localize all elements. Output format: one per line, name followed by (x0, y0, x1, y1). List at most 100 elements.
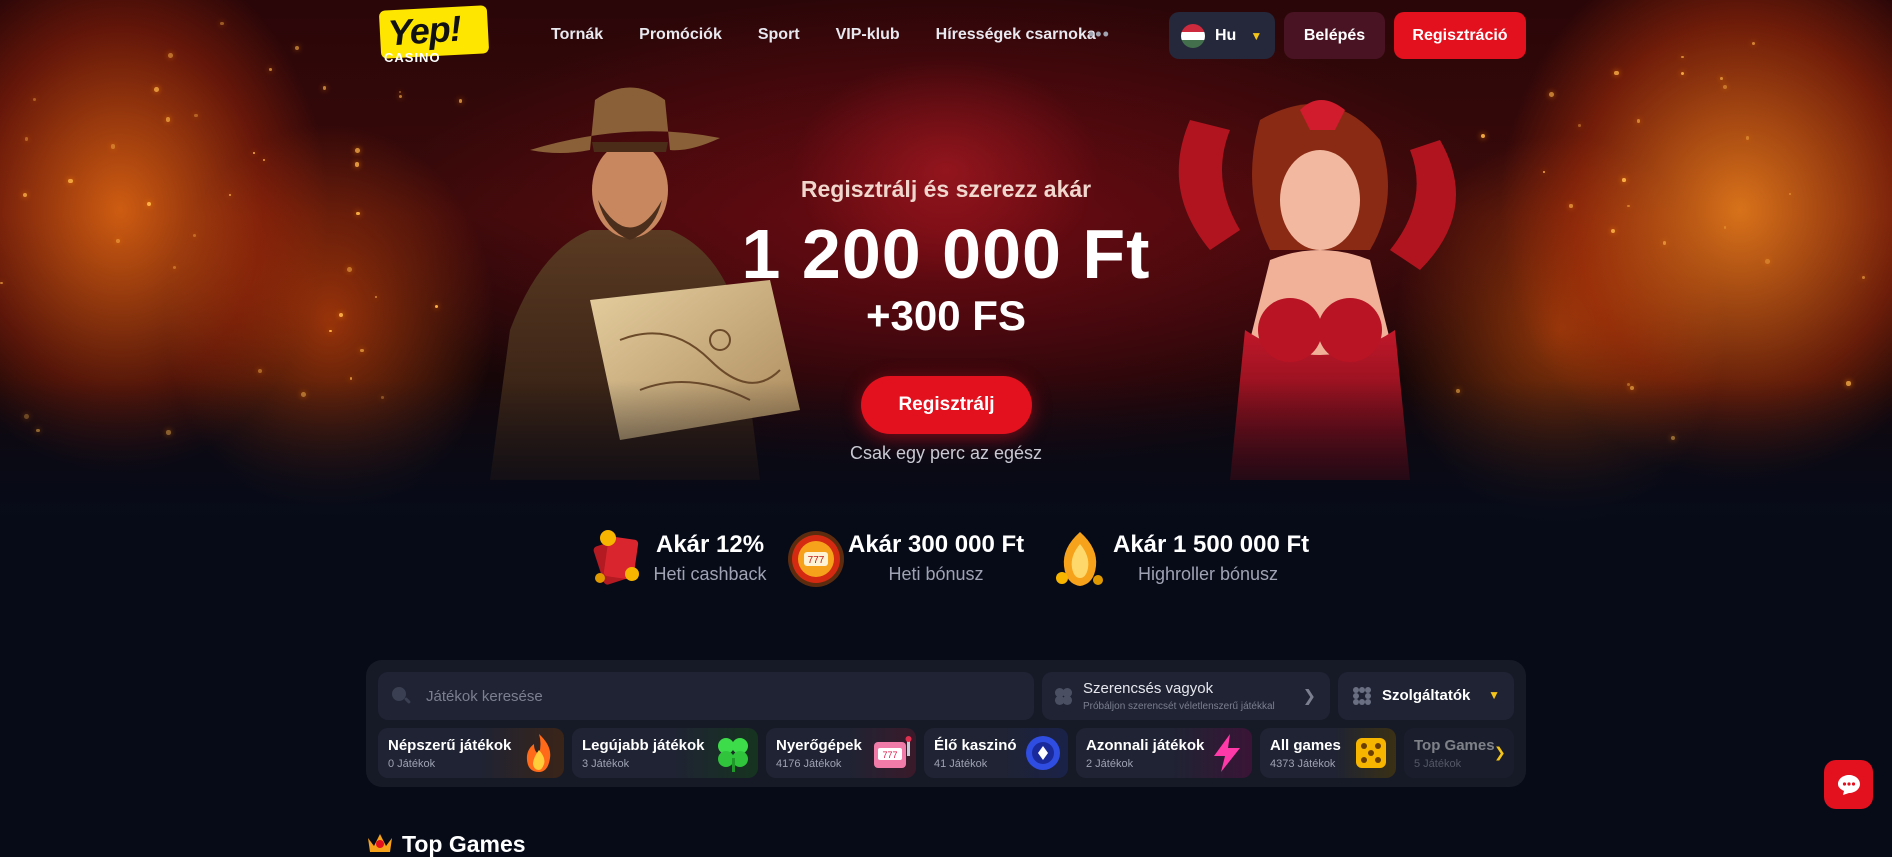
crown-icon (368, 834, 392, 852)
main-nav: Tornák Promóciók Sport VIP-klub Híresség… (551, 26, 1132, 44)
perk-weekly-bonus[interactable]: 777 Akár 300 000 Ft Heti bónusz (786, 528, 1026, 590)
perk-weekly-bonus-desc: Heti bónusz (888, 564, 984, 584)
hero-free-spins: +300 FS (866, 292, 1026, 339)
search-box[interactable] (378, 672, 1034, 720)
ember-spark (1578, 124, 1582, 127)
category-count: 2 Játékok (1086, 758, 1134, 770)
ember-spark (1723, 84, 1728, 89)
category-popular[interactable]: Népszerű játékok 0 Játékok (378, 728, 564, 778)
ember-spark (1480, 133, 1485, 138)
flag-stripe-red (1181, 23, 1205, 32)
ember-spark (154, 86, 159, 92)
search-icon (392, 687, 411, 704)
perk-highroller-desc: Highroller bónusz (1137, 564, 1279, 584)
category-count: 5 Játékok (1414, 758, 1462, 770)
hero-register-button[interactable]: Regisztrálj (861, 376, 1032, 434)
search-input[interactable] (426, 687, 986, 705)
cashback-icon (593, 530, 639, 585)
hero-note: Csak egy perc az egész (849, 443, 1043, 463)
nav-item-promotions[interactable]: Promóciók (639, 26, 722, 44)
category-name: Népszerű játékok (388, 737, 512, 754)
category-all-games[interactable]: All games 4373 Játékok (1260, 728, 1396, 778)
nav-item-sport[interactable]: Sport (758, 26, 800, 44)
dice-icon (1356, 738, 1386, 768)
logo-sub-text: CASINO (384, 50, 441, 65)
feeling-lucky-title: Szerencsés vagyok (1083, 680, 1214, 697)
random-game-icon (1054, 687, 1073, 706)
perk-highroller-title: Akár 1 500 000 Ft (1113, 531, 1310, 558)
chevron-right-icon: ❯ (1302, 688, 1316, 705)
ember-spark (354, 161, 360, 167)
ember-spark (458, 99, 462, 103)
feeling-lucky-desc: Próbáljon szerencsét véletlenszerű játék… (1083, 701, 1275, 712)
fire-icon (526, 734, 551, 772)
nav-item-hall-of-fame[interactable]: Hírességek csarnoka (936, 26, 1096, 44)
more-menu-icon[interactable]: ••• (1088, 24, 1110, 45)
category-row: Népszerű játékok 0 Játékok Legújabb játé… (378, 728, 1514, 778)
ember-spark (1569, 204, 1573, 208)
category-name: Legújabb játékok (582, 737, 705, 754)
ember-spark (322, 86, 327, 91)
chevron-down-icon: ▼ (1250, 28, 1263, 43)
clover-icon (718, 738, 748, 772)
svg-text:777: 777 (882, 750, 897, 760)
ember-spark (355, 148, 360, 153)
logo-main-text: Yep! (386, 7, 462, 54)
chat-bubble-icon (1837, 774, 1860, 795)
chevron-down-icon: ▼ (1488, 688, 1500, 702)
flag-stripe-white (1181, 31, 1205, 40)
ember-spark (1636, 119, 1641, 123)
top-games-heading: Top Games (402, 831, 526, 857)
register-button[interactable]: Regisztráció (1394, 12, 1526, 59)
providers-dropdown[interactable]: Szolgáltatók ▼ (1338, 672, 1514, 720)
bonus-wheel-icon: 777 (788, 531, 844, 587)
category-count: 0 Játékok (388, 758, 436, 770)
nav-item-tournaments[interactable]: Tornák (551, 26, 603, 44)
slot-machine-icon: 777 (874, 736, 912, 768)
perk-cashback-desc: Heti cashback (653, 564, 767, 584)
category-count: 41 Játékok (934, 758, 988, 770)
perk-weekly-bonus-title: Akár 300 000 Ft (848, 531, 1025, 558)
category-name: All games (1270, 737, 1341, 754)
nav-item-vip-club[interactable]: VIP-klub (836, 26, 900, 44)
ember-spark (1549, 91, 1555, 97)
ember-spark (110, 144, 115, 149)
ember-spark (165, 117, 170, 122)
category-newest[interactable]: Legújabb játékok 3 Játékok (572, 728, 758, 778)
perk-cashback-title: Akár 12% (656, 531, 765, 558)
lightning-icon (1214, 734, 1240, 772)
svg-text:777: 777 (808, 555, 825, 566)
category-name: Élő kaszinó (934, 737, 1017, 754)
perk-cashback[interactable]: Akár 12% Heti cashback (588, 528, 768, 590)
perk-highroller[interactable]: Akár 1 500 000 Ft Highroller bónusz (1050, 528, 1310, 590)
providers-icon (1353, 687, 1371, 705)
hungary-flag-icon (1181, 23, 1205, 48)
highroller-icon (1056, 532, 1103, 586)
ember-spark (194, 113, 198, 117)
yep-casino-logo[interactable]: Yep! CASINO (378, 5, 490, 66)
hero-bonus-amount: 1 200 000 Ft (741, 215, 1151, 293)
providers-label: Szolgáltatók (1382, 687, 1471, 704)
ember-spark (398, 94, 402, 98)
games-filter-panel: Szerencsés vagyok Próbáljon szerencsét v… (366, 660, 1526, 787)
category-slots[interactable]: Nyerőgépek 4176 Játékok 777 (766, 728, 916, 778)
chat-support-button[interactable] (1824, 760, 1873, 809)
category-count: 4373 Játékok (1270, 758, 1336, 770)
category-name: Nyerőgépek (776, 737, 862, 754)
category-scroll-right-icon[interactable]: ❯ (1494, 744, 1506, 761)
category-instant[interactable]: Azonnali játékok 2 Játékok (1076, 728, 1252, 778)
category-live-casino[interactable]: Élő kaszinó 41 Játékok (924, 728, 1068, 778)
category-name: Azonnali játékok (1086, 737, 1205, 754)
ember-spark (360, 348, 364, 353)
top-header: Yep! CASINO Tornák Promóciók Sport VIP-k… (0, 0, 1892, 72)
ember-spark (32, 98, 36, 102)
ember-spark (1745, 136, 1750, 140)
flag-stripe-green (1181, 39, 1205, 48)
feeling-lucky-button[interactable]: Szerencsés vagyok Próbáljon szerencsét v… (1042, 672, 1330, 720)
language-selector[interactable]: Hu ▼ (1169, 12, 1275, 59)
category-count: 4176 Játékok (776, 758, 842, 770)
hero-subtitle: Regisztrálj és szerezz akár (800, 176, 1092, 202)
ember-spark (1720, 77, 1723, 80)
category-name: Top Games (1414, 737, 1495, 754)
login-button[interactable]: Belépés (1284, 12, 1385, 59)
